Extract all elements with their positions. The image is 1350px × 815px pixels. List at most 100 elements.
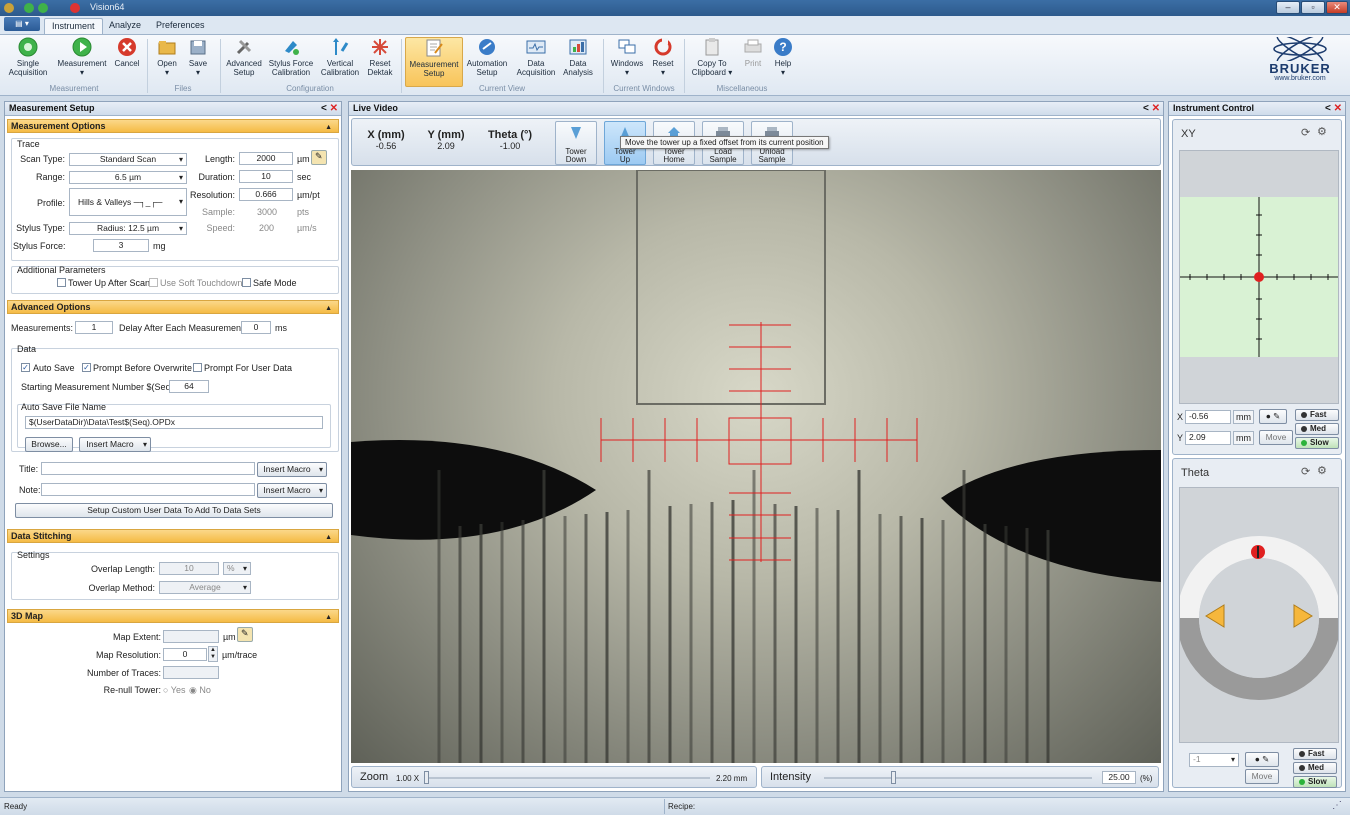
- note-insert-macro-button[interactable]: Insert Macro: [257, 483, 327, 498]
- single-acquisition-button[interactable]: Single Acquisition: [6, 37, 50, 87]
- print-button[interactable]: Print: [740, 37, 766, 87]
- intensity-input[interactable]: 25.00: [1102, 771, 1136, 784]
- map-resolution-spinner[interactable]: ▲ ▼: [208, 646, 218, 662]
- quick-single-icon[interactable]: [24, 3, 34, 13]
- tab-instrument[interactable]: Instrument: [44, 18, 103, 34]
- start-number-input[interactable]: 64: [169, 380, 209, 393]
- scan-type-select[interactable]: Standard Scan: [69, 153, 187, 166]
- stylus-force-calibration-button[interactable]: Stylus Force Calibration: [266, 37, 316, 87]
- data-analysis-button[interactable]: Data Analysis: [560, 37, 596, 87]
- tab-preferences[interactable]: Preferences: [149, 18, 212, 34]
- close-icon[interactable]: ✕: [1152, 103, 1160, 114]
- xy-speed-fast-button[interactable]: Fast: [1295, 409, 1339, 421]
- custom-user-data-button[interactable]: Setup Custom User Data To Add To Data Se…: [15, 503, 333, 518]
- video-feed[interactable]: [351, 170, 1161, 763]
- tower-up-checkbox[interactable]: [57, 278, 66, 287]
- overlap-unit-select[interactable]: %: [223, 562, 251, 575]
- windows-button[interactable]: Windows ▾: [607, 37, 647, 87]
- measurement-options-header[interactable]: Measurement Options ▲: [7, 119, 339, 133]
- measurement-button[interactable]: Measurement ▾: [54, 37, 110, 87]
- reset-dektak-button[interactable]: Reset Dektak: [364, 37, 396, 87]
- xy-settings-gear-icon[interactable]: ⚙: [1317, 125, 1327, 138]
- soft-touchdown-checkbox[interactable]: [149, 278, 158, 287]
- automation-setup-button[interactable]: Automation Setup: [465, 37, 509, 87]
- cancel-button[interactable]: Cancel: [112, 37, 142, 87]
- stylus-force-input[interactable]: 3: [93, 239, 149, 252]
- resize-grip-icon[interactable]: ⋰: [1332, 800, 1342, 811]
- zoom-slider-thumb[interactable]: [424, 771, 429, 784]
- measurement-setup-button[interactable]: Measurement Setup: [405, 37, 463, 87]
- x-position-input[interactable]: -0.56: [1185, 410, 1231, 424]
- intensity-slider-track[interactable]: [824, 777, 1092, 779]
- vertical-calibration-button[interactable]: Vertical Calibration: [318, 37, 362, 87]
- tab-analyze[interactable]: Analyze: [102, 18, 148, 34]
- collapse-icon[interactable]: <: [321, 103, 327, 114]
- set-position-button[interactable]: ● ✎: [1259, 409, 1287, 424]
- xy-stage-map[interactable]: [1180, 197, 1338, 357]
- profile-select[interactable]: Hills & Valleys ─┐_┌─: [69, 188, 187, 216]
- map-resolution-input[interactable]: 0: [163, 648, 207, 661]
- map-calculator-button[interactable]: ✎: [237, 627, 253, 642]
- range-select[interactable]: 6.5 µm: [69, 171, 187, 184]
- stylus-type-select[interactable]: Radius: 12.5 µm: [69, 222, 187, 235]
- maximize-button[interactable]: ▫: [1301, 1, 1325, 14]
- note-input[interactable]: [41, 483, 255, 496]
- open-button[interactable]: Open ▾: [152, 37, 182, 87]
- application-menu-button[interactable]: ▤ ▾: [4, 17, 40, 31]
- close-icon[interactable]: ✕: [330, 103, 338, 114]
- close-window-button[interactable]: ✕: [1326, 1, 1348, 14]
- collapse-icon[interactable]: <: [1325, 103, 1331, 114]
- zoom-slider-track[interactable]: [424, 777, 710, 779]
- browse-button[interactable]: Browse...: [25, 437, 73, 452]
- theta-input[interactable]: -1: [1189, 753, 1239, 767]
- map-extent-input[interactable]: [163, 630, 219, 643]
- delay-input[interactable]: 0: [241, 321, 271, 334]
- xy-speed-slow-button[interactable]: Slow: [1295, 437, 1339, 449]
- data-stitching-header[interactable]: Data Stitching ▲: [7, 529, 339, 543]
- title-insert-macro-button[interactable]: Insert Macro: [257, 462, 327, 477]
- theta-refresh-icon[interactable]: ⟳: [1301, 465, 1310, 478]
- safe-mode-checkbox[interactable]: [242, 278, 251, 287]
- file-name-input[interactable]: $(UserDataDir)\Data\Test$(Seq).OPDx: [25, 416, 323, 429]
- insert-macro-button[interactable]: Insert Macro: [79, 437, 151, 452]
- quick-cancel-icon[interactable]: [70, 3, 80, 13]
- y-position-input[interactable]: 2.09: [1185, 431, 1231, 445]
- minimize-button[interactable]: –: [1276, 1, 1300, 14]
- theta-speed-med-button[interactable]: Med: [1293, 762, 1337, 774]
- length-input[interactable]: 2000: [239, 152, 293, 165]
- help-button[interactable]: ? Help ▾: [770, 37, 796, 87]
- title-input[interactable]: [41, 462, 255, 475]
- theta-set-position-button[interactable]: ● ✎: [1245, 752, 1279, 767]
- overlap-method-select[interactable]: Average: [159, 581, 251, 594]
- renull-yes-radio[interactable]: ○ Yes: [163, 685, 185, 695]
- theta-move-button[interactable]: Move: [1245, 769, 1279, 784]
- auto-save-checkbox[interactable]: ✓: [21, 363, 30, 372]
- copy-to-clipboard-button[interactable]: Copy To Clipboard ▾: [688, 37, 736, 87]
- renull-no-radio[interactable]: ◉ No: [189, 685, 211, 696]
- theta-speed-fast-button[interactable]: Fast: [1293, 748, 1337, 760]
- calculator-button[interactable]: ✎: [311, 150, 327, 165]
- theta-speed-slow-button[interactable]: Slow: [1293, 776, 1337, 788]
- prompt-overwrite-checkbox[interactable]: ✓: [82, 363, 91, 372]
- map3d-header[interactable]: 3D Map ▲: [7, 609, 339, 623]
- theta-dial[interactable]: [1177, 488, 1341, 742]
- data-acquisition-button[interactable]: Data Acquisition: [514, 37, 558, 87]
- xy-speed-med-button[interactable]: Med: [1295, 423, 1339, 435]
- intensity-slider-thumb[interactable]: [891, 771, 896, 784]
- advanced-setup-button[interactable]: Advanced Setup: [224, 37, 264, 87]
- measurements-input[interactable]: 1: [75, 321, 113, 334]
- xy-move-button[interactable]: Move: [1259, 430, 1293, 445]
- collapse-icon[interactable]: <: [1143, 103, 1149, 114]
- advanced-options-header[interactable]: Advanced Options ▲: [7, 300, 339, 314]
- close-icon[interactable]: ✕: [1334, 103, 1342, 114]
- resolution-input[interactable]: 0.666: [239, 188, 293, 201]
- save-button[interactable]: Save ▾: [184, 37, 212, 87]
- reset-button[interactable]: Reset ▾: [649, 37, 677, 87]
- overlap-length-input[interactable]: 10: [159, 562, 219, 575]
- theta-settings-gear-icon[interactable]: ⚙: [1317, 464, 1327, 477]
- prompt-user-checkbox[interactable]: [193, 363, 202, 372]
- duration-input[interactable]: 10: [239, 170, 293, 183]
- num-traces-input[interactable]: [163, 666, 219, 679]
- quick-measure-icon[interactable]: [38, 3, 48, 13]
- xy-refresh-icon[interactable]: ⟳: [1301, 126, 1310, 139]
